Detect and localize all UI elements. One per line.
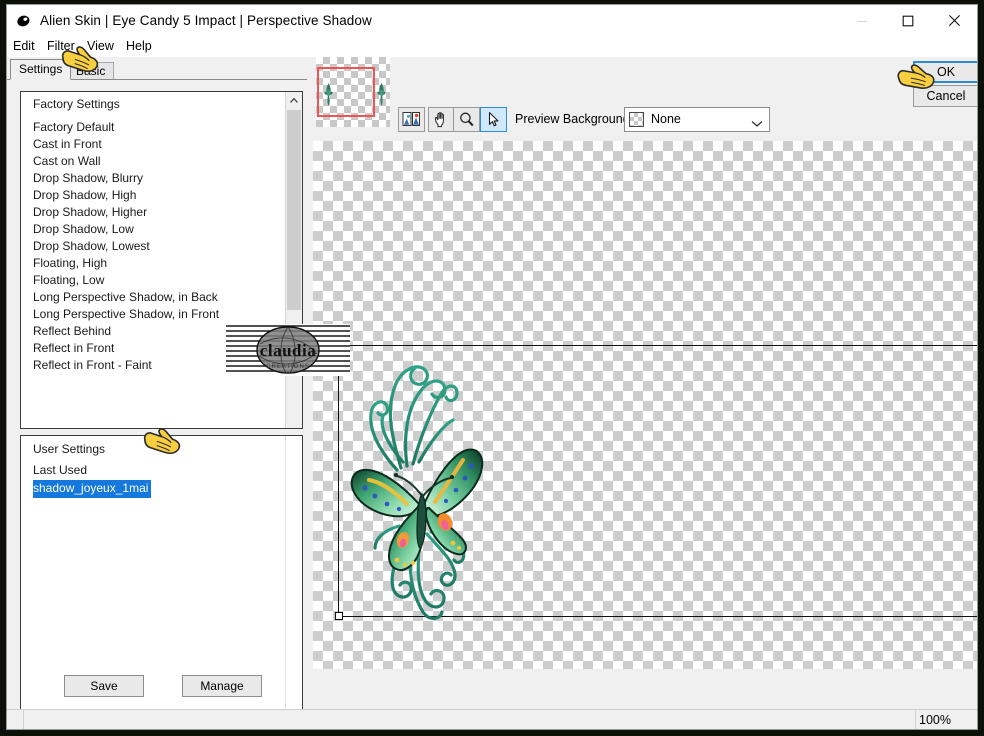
ok-button[interactable]: OK [913,61,977,83]
list-item[interactable]: Drop Shadow, Higher [21,204,285,221]
zoom-magnifier-icon[interactable] [453,107,480,132]
list-item[interactable]: Drop Shadow, Blurry [21,170,285,187]
factory-settings-listbox[interactable]: Factory Settings Factory Default Cast in… [20,91,303,429]
application-window: Alien Skin | Eye Candy 5 Impact | Perspe… [6,4,978,730]
manage-button[interactable]: Manage [182,675,262,697]
list-subgroup-header: Last Used [33,463,88,477]
arrow-select-icon[interactable] [480,107,507,132]
factory-list-scrollbar[interactable] [285,92,302,428]
green-butterfly-filigree-image [341,336,501,626]
menu-item-edit[interactable]: Edit [13,39,35,53]
list-group-header: User Settings [33,442,106,456]
list-item[interactable]: Floating, Low [21,272,285,289]
list-item[interactable]: Factory Default [21,119,285,136]
zoom-level-indicator: 100% [919,713,951,727]
save-button[interactable]: Save [64,675,144,697]
status-divider [915,710,916,729]
scroll-up-arrow-icon[interactable] [286,92,302,109]
scrollbar-thumb[interactable] [287,110,301,310]
preview-toolbar: Preview Background: None [307,107,977,141]
menu-item-help[interactable]: Help [126,39,152,53]
tab-settings[interactable]: Settings [10,59,72,80]
transparency-swatch-icon [629,112,644,127]
user-list-scrollbar[interactable] [285,436,302,709]
preview-background-value: None [651,112,681,126]
list-item[interactable]: Drop Shadow, High [21,187,285,204]
list-item[interactable]: Reflect in Front - Faint [21,357,285,374]
hand-pan-icon[interactable] [428,107,455,132]
alien-skin-logo-icon [15,12,33,30]
chevron-down-icon[interactable] [751,117,763,131]
preview-background-dropdown[interactable]: None [624,107,770,132]
menu-item-filter[interactable]: Filter [47,39,75,53]
list-item[interactable]: Cast on Wall [21,153,285,170]
settings-panel: Settings Basic Factory Settings Factory … [7,57,307,710]
menu-bar: Edit Filter View Help [7,37,977,57]
menu-item-view[interactable]: View [87,39,114,53]
factory-settings-list: Factory Settings Factory Default Cast in… [21,92,285,374]
preview-area: Preview Background: None [307,57,977,709]
list-item[interactable]: Drop Shadow, Low [21,221,285,238]
title-bar: Alien Skin | Eye Candy 5 Impact | Perspe… [7,5,977,37]
navigator-preview-image-copy [376,81,387,107]
tab-basic[interactable]: Basic [67,62,115,80]
user-settings-list: User Settings Last Used shadow_joyeux_1m… [21,436,285,498]
list-item[interactable]: Reflect in Front [21,340,285,357]
list-item[interactable]: Reflect Behind [21,323,285,340]
list-item[interactable]: Long Perspective Shadow, in Front [21,306,285,323]
image-preview-canvas[interactable] [313,141,977,669]
list-group-header: Factory Settings [33,97,120,111]
list-item[interactable]: Floating, High [21,255,285,272]
list-item[interactable]: Drop Shadow, Lowest [21,238,285,255]
preview-background-label: Preview Background: [515,112,634,126]
list-item[interactable]: Cast in Front [21,136,285,153]
list-item-selected[interactable]: shadow_joyeux_1mai [33,480,152,498]
tab-strip: Settings Basic [7,57,307,80]
status-bar: 100% [7,709,977,729]
minimize-button[interactable] [839,5,885,36]
window-title: Alien Skin | Eye Candy 5 Impact | Perspe… [40,13,372,28]
list-item[interactable]: Long Perspective Shadow, in Back [21,289,285,306]
maximize-button[interactable] [885,5,931,36]
compare-view-icon[interactable] [398,107,425,132]
user-settings-listbox[interactable]: User Settings Last Used shadow_joyeux_1m… [20,435,303,710]
cancel-button[interactable]: Cancel [913,85,977,107]
close-button[interactable] [931,5,977,36]
status-divider [23,710,24,729]
